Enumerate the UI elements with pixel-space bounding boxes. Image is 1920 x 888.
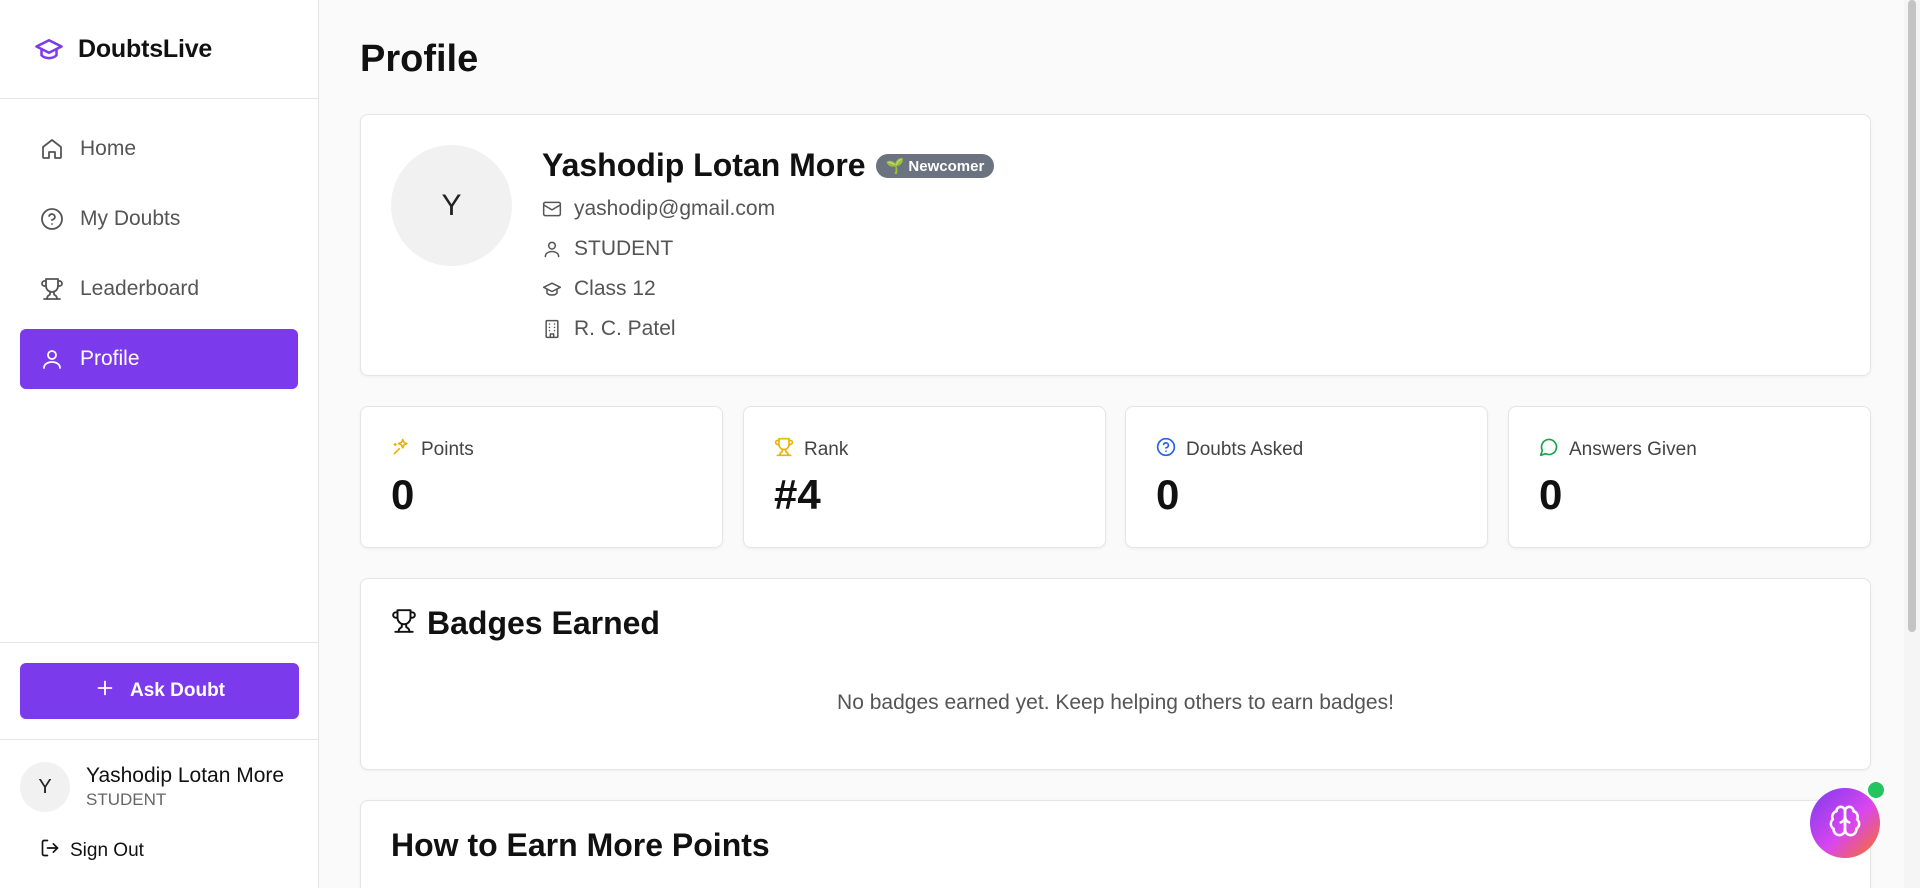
stat-label-text: Doubts Asked [1186, 439, 1304, 460]
section-title: Badges Earned [391, 605, 660, 642]
graduation-cap-icon [542, 279, 562, 299]
stat-label: Answers Given [1539, 437, 1697, 463]
brain-icon [1828, 804, 1862, 843]
stat-label-text: Answers Given [1569, 439, 1697, 460]
profile-class: Class 12 [542, 277, 656, 301]
stat-label: Rank [774, 437, 848, 463]
message-circle-icon [1539, 437, 1559, 463]
stat-value: 0 [391, 471, 415, 518]
sidebar-item-leaderboard[interactable]: Leaderboard [20, 259, 298, 319]
trophy-icon [40, 277, 64, 301]
sidebar-item-profile[interactable]: Profile [20, 329, 298, 389]
user-icon [542, 239, 562, 259]
stat-label-text: Points [421, 439, 474, 460]
sidebar-nav: Home My Doubts Leaderboard Profile [0, 99, 318, 389]
scrollbar[interactable] [1904, 0, 1920, 888]
sidebar-item-label: My Doubts [80, 207, 181, 230]
profile-class-text: Class 12 [574, 277, 656, 300]
scrollbar-thumb[interactable] [1908, 0, 1916, 632]
badges-title: Badges Earned [427, 605, 660, 641]
sidebar-user-role: STUDENT [86, 790, 167, 809]
sidebar-item-my-doubts[interactable]: My Doubts [20, 189, 298, 249]
mail-icon [542, 199, 562, 219]
sidebar-item-label: Profile [80, 347, 140, 370]
profile-card: Y Yashodip Lotan More 🌱 Newcomer yashodi… [360, 114, 1871, 376]
stat-card-rank: Rank #4 [743, 406, 1106, 548]
stat-value: 0 [1156, 471, 1180, 518]
badges-card: Badges Earned No badges earned yet. Keep… [360, 578, 1871, 770]
ask-doubt-label: Ask Doubt [130, 680, 225, 701]
trophy-icon [391, 605, 417, 642]
profile-name-row: Yashodip Lotan More 🌱 Newcomer [542, 147, 995, 184]
sidebar-item-home[interactable]: Home [20, 119, 298, 179]
help-circle-icon [1156, 437, 1176, 463]
online-indicator [1866, 780, 1886, 800]
help-circle-icon [40, 207, 64, 231]
stat-label-text: Rank [804, 439, 849, 460]
stat-value: #4 [774, 471, 821, 518]
ask-doubt-button[interactable]: Ask Doubt [20, 663, 299, 719]
sidebar-item-label: Leaderboard [80, 277, 200, 300]
earn-points-card: How to Earn More Points [360, 800, 1871, 888]
sidebar-user: Y Yashodip Lotan More STUDENT [0, 740, 319, 812]
sparkles-icon [391, 437, 411, 463]
status-badge: 🌱 Newcomer [875, 153, 995, 178]
sign-out-button[interactable]: Sign Out [0, 812, 319, 888]
stat-card-answers-given: Answers Given 0 [1508, 406, 1871, 548]
stat-label: Doubts Asked [1156, 437, 1303, 463]
stat-value: 0 [1539, 471, 1563, 518]
profile-role: STUDENT [542, 237, 673, 261]
avatar: Y [20, 762, 70, 812]
stat-label: Points [391, 437, 474, 463]
user-icon [40, 347, 64, 371]
profile-email-text: yashodip@gmail.com [574, 197, 776, 220]
profile-name: Yashodip Lotan More [542, 147, 866, 183]
sidebar-footer: Ask Doubt Y Yashodip Lotan More STUDENT … [0, 642, 319, 888]
brand[interactable]: DoubtsLive [0, 0, 318, 99]
ask-doubt-wrap: Ask Doubt [0, 642, 319, 740]
graduation-cap-icon [30, 34, 68, 64]
profile-school-text: R. C. Patel [574, 317, 676, 340]
ai-assistant-button[interactable] [1810, 788, 1880, 858]
stat-card-points: Points 0 [360, 406, 723, 548]
earn-points-title: How to Earn More Points [391, 827, 770, 863]
log-out-icon [40, 838, 60, 864]
badges-empty-message: No badges earned yet. Keep helping other… [837, 691, 1394, 714]
brand-name: DoubtsLive [78, 34, 213, 63]
profile-role-text: STUDENT [574, 237, 674, 260]
sidebar-user-name: Yashodip Lotan More [86, 764, 285, 787]
trophy-icon [774, 437, 794, 463]
page-title: Profile [360, 38, 479, 80]
sign-out-label: Sign Out [70, 840, 144, 861]
sidebar: DoubtsLive Home My Doubts Leaderboard Pr… [0, 0, 319, 888]
profile-school: R. C. Patel [542, 317, 676, 341]
avatar: Y [391, 145, 512, 266]
sidebar-item-label: Home [80, 137, 137, 160]
plus-icon [94, 677, 116, 705]
building-icon [542, 319, 562, 339]
home-icon [40, 137, 64, 161]
profile-email: yashodip@gmail.com [542, 197, 775, 221]
stat-card-doubts-asked: Doubts Asked 0 [1125, 406, 1488, 548]
